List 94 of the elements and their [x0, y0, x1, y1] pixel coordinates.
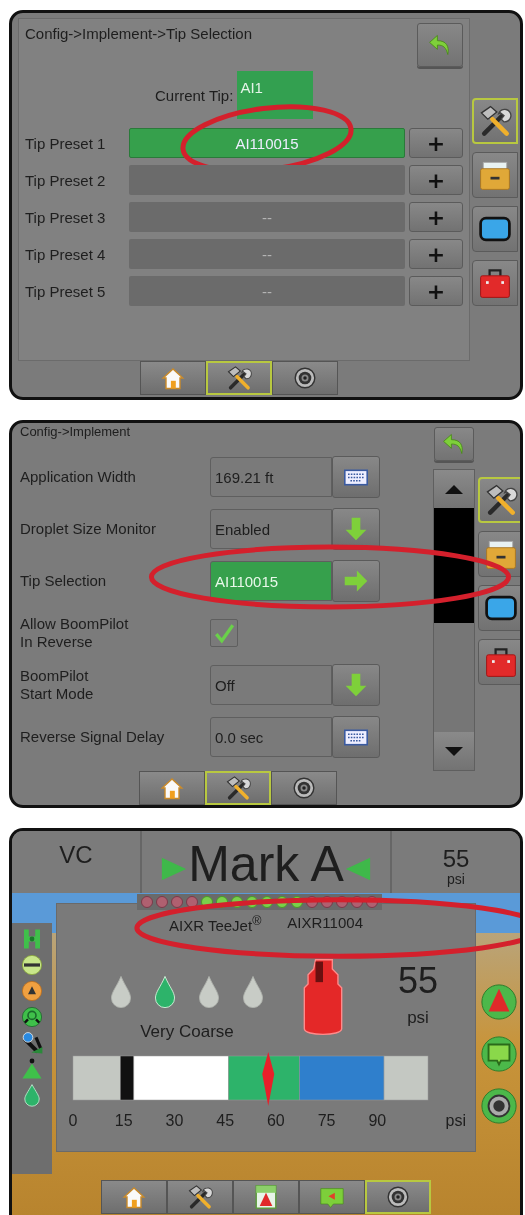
mark-label: Mark A: [188, 836, 344, 892]
setting-label: Reverse Signal Delay: [20, 728, 166, 746]
pressure-unit: psi: [407, 1008, 429, 1028]
dropdown-button[interactable]: [332, 664, 380, 706]
guidance-icon: [252, 1183, 280, 1211]
down-arrow-icon: [343, 516, 369, 542]
setting-label: Tip Selection: [20, 572, 108, 590]
home-tab[interactable]: [140, 361, 206, 395]
setting-label: Allow BoomPilot In Reverse: [20, 615, 130, 651]
tools-tab[interactable]: [205, 771, 271, 805]
nozzle-brand: AIXR TeeJet$^{®}$: [169, 914, 262, 934]
next-button[interactable]: [332, 560, 380, 602]
tools-icon: [224, 774, 252, 802]
tick-label: 60: [266, 1112, 285, 1129]
setting-label: Application Width: [20, 468, 137, 486]
tick-label: 90: [368, 1112, 387, 1129]
tools-icon: [186, 1183, 214, 1211]
bar-icon[interactable]: [19, 953, 45, 977]
toolbox-tab[interactable]: [478, 639, 520, 685]
tools-tab[interactable]: [478, 477, 520, 523]
add-button[interactable]: +: [409, 276, 463, 306]
nozzle-model: AIXR11004: [287, 914, 363, 933]
keyboard-button[interactable]: [332, 456, 380, 498]
preset-field[interactable]: AI110015: [129, 128, 405, 158]
value-field[interactable]: AI110015: [210, 561, 332, 601]
preset-field[interactable]: --: [129, 239, 405, 269]
preset-label: Tip Preset 1: [25, 134, 107, 152]
right-arrow-icon: [343, 568, 369, 594]
scrollbar[interactable]: [433, 469, 475, 771]
value-field[interactable]: 169.21 ft: [210, 457, 332, 497]
scroll-thumb[interactable]: [434, 508, 474, 623]
preset-label: Tip Preset 4: [25, 245, 107, 263]
down-triangle-icon: [445, 746, 463, 756]
up-triangle-icon: [445, 484, 463, 494]
add-button[interactable]: +: [409, 202, 463, 232]
keyboard-icon: [344, 468, 368, 486]
preset-field[interactable]: [129, 165, 405, 195]
keyboard-button[interactable]: [332, 716, 380, 758]
tools-tab[interactable]: [167, 1180, 233, 1214]
current-tip-value: AI1: [237, 71, 314, 119]
breadcrumb: Config->Implement->Tip Selection: [25, 25, 253, 42]
preset-field[interactable]: --: [129, 202, 405, 232]
back-button[interactable]: [434, 427, 474, 461]
tick-label: 0: [68, 1112, 78, 1129]
add-button[interactable]: +: [409, 239, 463, 269]
triangle-icon[interactable]: [19, 1057, 45, 1081]
master-switch-icon[interactable]: [19, 979, 45, 1003]
current-tip-label: Current Tip:: [155, 86, 234, 104]
camera-button[interactable]: [480, 1087, 518, 1125]
value-field[interactable]: Off: [210, 665, 332, 705]
display-tab[interactable]: [478, 585, 520, 631]
preset-label: Tip Preset 2: [25, 171, 107, 189]
camera-tab[interactable]: [271, 771, 337, 805]
map-button[interactable]: [480, 1035, 518, 1073]
droplet-size-label: Very Coarse: [140, 1022, 234, 1042]
preset-label: Tip Preset 5: [25, 282, 107, 300]
toolbox-tab[interactable]: [472, 260, 518, 306]
tick-label: 45: [216, 1112, 235, 1129]
tools-tab[interactable]: [472, 98, 518, 144]
console-tab[interactable]: [472, 152, 518, 198]
console-tab[interactable]: [478, 531, 520, 577]
tick-label: 15: [114, 1112, 133, 1129]
tools-tab[interactable]: [206, 361, 272, 395]
down-arrow-icon: [343, 672, 369, 698]
map-tab[interactable]: [299, 1180, 365, 1214]
back-button[interactable]: [417, 23, 463, 67]
pressure-value: 55: [442, 847, 470, 871]
axis-unit: psi: [445, 1112, 466, 1129]
value-field[interactable]: 0.0 sec: [210, 717, 332, 757]
check-icon: [213, 622, 235, 644]
camera-tab[interactable]: [272, 361, 338, 395]
camera-tab[interactable]: [365, 1180, 431, 1214]
preset-field[interactable]: --: [129, 276, 405, 306]
tools-icon: [225, 364, 253, 392]
setting-label: Droplet Size Monitor: [20, 520, 157, 538]
add-button[interactable]: +: [409, 165, 463, 195]
home-tab[interactable]: [139, 771, 205, 805]
guidance-tab[interactable]: [233, 1180, 299, 1214]
add-button[interactable]: +: [409, 128, 463, 158]
setting-label: BoomPilot Start Mode: [20, 667, 95, 703]
tick-label: 30: [165, 1112, 184, 1129]
mode-label: VC: [59, 841, 93, 869]
display-tab[interactable]: [472, 206, 518, 252]
breadcrumb: Config->Implement: [20, 425, 132, 441]
value-field[interactable]: Enabled: [210, 509, 332, 549]
keyboard-icon: [344, 728, 368, 746]
pressure-unit: psi: [447, 871, 465, 887]
checkbox[interactable]: [210, 619, 238, 647]
preset-label: Tip Preset 3: [25, 208, 107, 226]
home-tab[interactable]: [101, 1180, 167, 1214]
tick-label: 75: [317, 1112, 336, 1129]
pressure-value: 55: [397, 960, 438, 1002]
valve-icon[interactable]: [19, 1005, 45, 1029]
gauge-segment: [228, 1055, 300, 1101]
